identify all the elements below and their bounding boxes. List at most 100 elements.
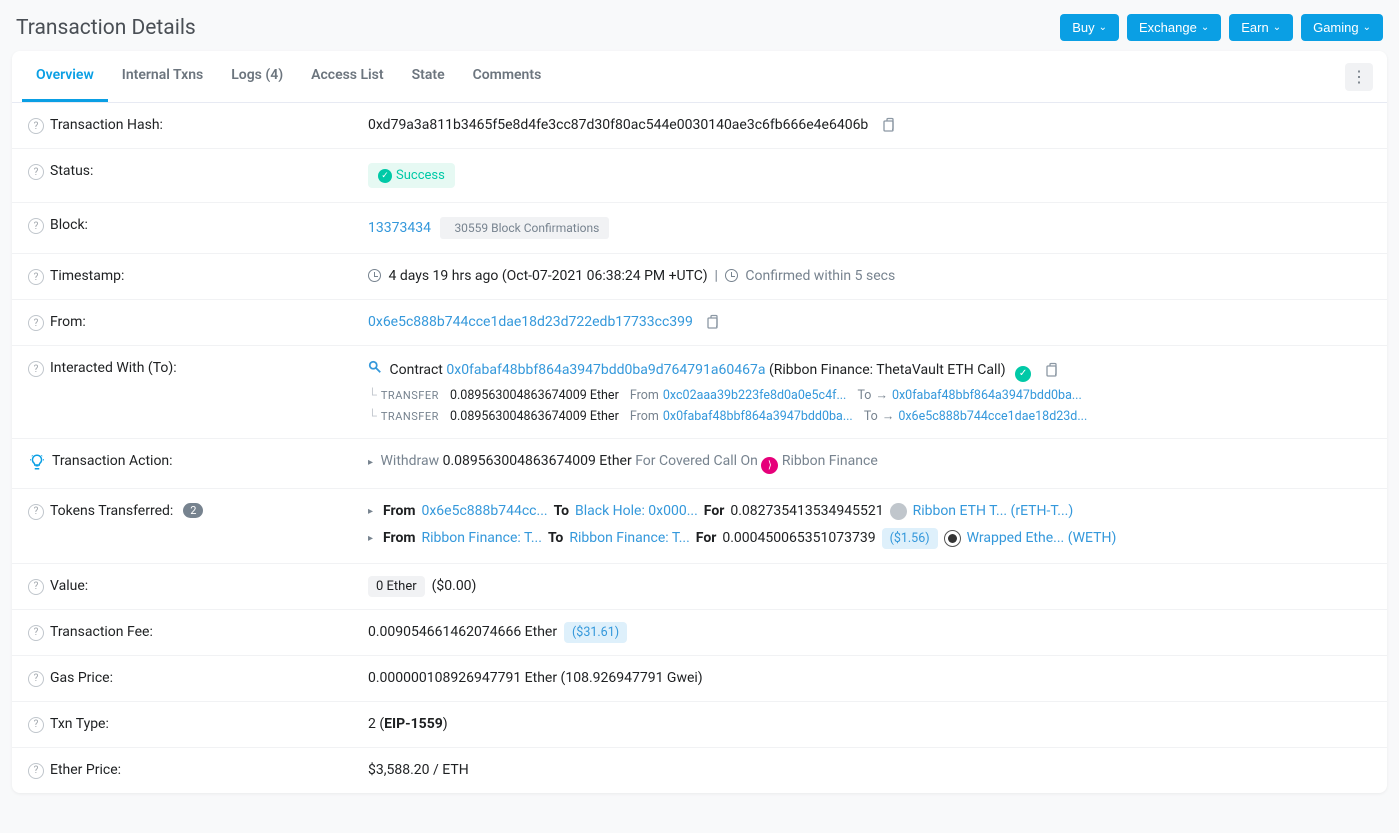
caret-icon: ▸ <box>368 506 373 517</box>
token-from-link[interactable]: Ribbon Finance: T... <box>421 530 541 546</box>
from-address-link[interactable]: 0x6e5c888b744cce1dae18d23d722edb17733cc3… <box>368 314 693 330</box>
action-protocol: Ribbon Finance <box>782 453 878 469</box>
to-name: (Ribbon Finance: ThetaVault ETH Call) <box>769 362 1006 378</box>
token-icon <box>890 503 907 520</box>
to-address-link[interactable]: 0x0fabaf48bbf864a3947bdd0ba9d764791a6046… <box>446 362 765 378</box>
token-from-link[interactable]: 0x6e5c888b744cc... <box>421 503 547 519</box>
label-to: Interacted With (To): <box>50 360 177 376</box>
gaming-button[interactable]: Gaming⌄ <box>1301 14 1383 41</box>
label-gas: Gas Price: <box>50 670 113 686</box>
confirmed-within: Confirmed within 5 secs <box>745 268 895 284</box>
fee-value: 0.009054661462074666 Ether <box>368 624 557 640</box>
label-from: From: <box>50 314 86 330</box>
help-icon[interactable]: ? <box>28 269 44 285</box>
transfer-amount: 0.089563004863674009 Ether <box>450 409 619 424</box>
from-label: From <box>383 530 415 546</box>
clock-icon <box>368 269 381 282</box>
copy-icon[interactable] <box>1043 362 1059 378</box>
value-usd: ($0.00) <box>432 578 477 594</box>
help-icon[interactable]: ? <box>28 625 44 641</box>
lightbulb-icon <box>28 453 46 471</box>
help-icon[interactable]: ? <box>28 579 44 595</box>
verified-icon: ✓ <box>1015 366 1031 382</box>
txtype-num: 2 ( <box>368 716 384 732</box>
arrow-icon: → <box>882 409 895 424</box>
buy-button[interactable]: Buy⌄ <box>1060 14 1119 41</box>
txtype-bold: EIP-1559 <box>384 716 443 732</box>
exchange-button[interactable]: Exchange⌄ <box>1127 14 1221 41</box>
more-menu-button[interactable]: ⋮ <box>1345 63 1373 91</box>
label-price: Ether Price: <box>50 762 121 778</box>
transfer-to-link[interactable]: 0x6e5c888b744cce1dae18d23d... <box>898 409 1087 424</box>
chevron-down-icon: ⌄ <box>1363 22 1371 33</box>
action-amount: 0.089563004863674009 Ether <box>443 453 632 469</box>
token-icon <box>944 530 961 547</box>
label-status: Status: <box>50 163 93 179</box>
page-title: Transaction Details <box>16 16 196 40</box>
status-badge: ✓ Success <box>368 163 455 188</box>
help-icon[interactable]: ? <box>28 315 44 331</box>
earn-label: Earn <box>1241 20 1268 35</box>
caret-icon: ▸ <box>368 457 373 468</box>
copy-icon[interactable] <box>880 117 896 133</box>
token-amount: 0.000450065351073739 <box>722 530 875 546</box>
confirmations-tag: 30559 Block Confirmations <box>440 217 609 239</box>
help-icon[interactable]: ? <box>28 164 44 180</box>
tab-overview[interactable]: Overview <box>22 51 108 102</box>
header-buttons: Buy⌄ Exchange⌄ Earn⌄ Gaming⌄ <box>1060 14 1383 41</box>
help-icon[interactable]: ? <box>28 763 44 779</box>
exchange-label: Exchange <box>1139 20 1197 35</box>
block-link[interactable]: 13373434 <box>368 220 431 236</box>
caret-icon: ▸ <box>368 533 373 544</box>
txhash-value: 0xd79a3a811b3465f5e8d4fe3cc87d30f80ac544… <box>368 117 868 133</box>
transfer-to-link[interactable]: 0x0fabaf48bbf864a3947bdd0ba... <box>892 388 1082 403</box>
arrow-icon: → <box>875 388 888 403</box>
label-value: Value: <box>50 578 88 594</box>
tab-internal-txns[interactable]: Internal Txns <box>108 51 217 102</box>
help-icon[interactable]: ? <box>28 671 44 687</box>
to-label: To <box>548 530 563 546</box>
label-block: Block: <box>50 217 88 233</box>
to-label: To <box>864 409 878 424</box>
transfer-from-link[interactable]: 0x0fabaf48bbf864a3947bdd0ba... <box>663 409 853 424</box>
corner-icon: └ <box>368 388 377 403</box>
tab-state[interactable]: State <box>398 51 459 102</box>
action-verb: Withdraw <box>381 453 440 469</box>
help-icon[interactable]: ? <box>28 118 44 134</box>
help-icon[interactable]: ? <box>28 361 44 377</box>
label-txtype: Txn Type: <box>50 716 109 732</box>
token-count-badge: 2 <box>183 503 203 518</box>
copy-icon[interactable] <box>704 314 720 330</box>
help-icon[interactable]: ? <box>28 504 44 520</box>
token-name-link[interactable]: Wrapped Ethe... (WETH) <box>967 530 1117 546</box>
to-label: To <box>554 503 569 519</box>
tab-logs[interactable]: Logs (4) <box>217 51 297 102</box>
from-label: From <box>630 388 659 403</box>
help-icon[interactable]: ? <box>28 717 44 733</box>
transfer-from-link[interactable]: 0xc02aaa39b223fe8d0a0e5c4f... <box>663 388 846 403</box>
check-icon: ✓ <box>378 169 392 183</box>
earn-button[interactable]: Earn ⌄ <box>1229 14 1293 41</box>
token-to-link[interactable]: Ribbon Finance: T... <box>569 530 689 546</box>
token-usd: ($1.56) <box>882 528 938 549</box>
help-icon[interactable]: ? <box>28 218 44 234</box>
tab-comments[interactable]: Comments <box>459 51 556 102</box>
token-name-link[interactable]: Ribbon ETH T... (rETH-T...) <box>913 503 1074 519</box>
token-to-link[interactable]: Black Hole: 0x000... <box>575 503 698 519</box>
label-txhash: Transaction Hash: <box>50 117 163 133</box>
token-transfer-row: ▸ From 0x6e5c888b744cc... To Black Hole:… <box>368 503 1371 520</box>
from-label: From <box>383 503 415 519</box>
tab-access-list[interactable]: Access List <box>297 51 397 102</box>
transfer-label: TRANSFER <box>381 389 439 402</box>
token-amount: 0.082735413534945521 <box>730 503 883 519</box>
for-label: For <box>696 530 717 546</box>
fee-usd: ($31.61) <box>564 622 627 643</box>
label-tokens: Tokens Transferred: <box>50 503 173 519</box>
txtype-close: ) <box>443 716 448 732</box>
status-text: Success <box>396 168 445 183</box>
chevron-down-icon: ⌄ <box>1273 22 1281 33</box>
transfer-label: TRANSFER <box>381 410 439 423</box>
internal-transfer-line: └ TRANSFER 0.089563004863674009 Ether Fr… <box>368 409 1371 424</box>
from-label: From <box>630 409 659 424</box>
label-timestamp: Timestamp: <box>50 268 124 284</box>
